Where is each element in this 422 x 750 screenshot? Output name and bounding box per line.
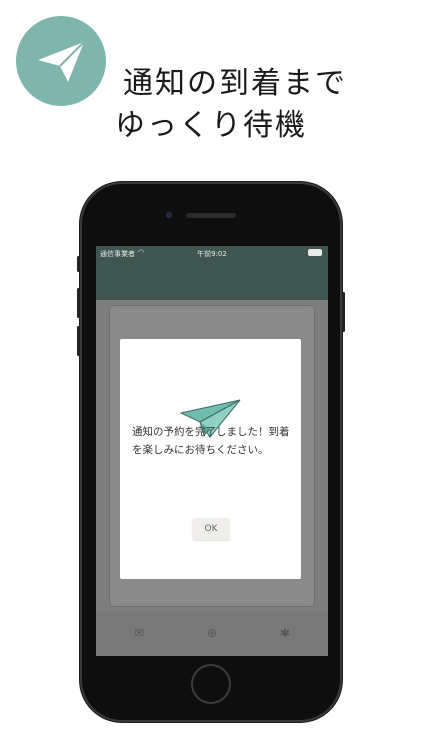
status-bar: 通信事業者 ◠ 午前9:02 xyxy=(96,246,328,260)
headline-line-2: ゆっくり待機 xyxy=(115,108,307,143)
add-icon[interactable]: ⊕ xyxy=(205,626,219,640)
battery-icon xyxy=(308,249,322,256)
navigation-bar xyxy=(96,260,328,300)
status-time: 午前9:02 xyxy=(197,250,227,258)
front-camera xyxy=(166,212,172,218)
home-button[interactable] xyxy=(191,664,231,704)
ok-button[interactable]: OK xyxy=(192,518,230,540)
earpiece-speaker xyxy=(186,213,236,218)
mute-switch xyxy=(77,256,80,272)
volume-up-button xyxy=(77,288,80,318)
confirmation-dialog: 通知の予約を完了しました！到着を楽しみにお待ちください。 OK xyxy=(120,339,301,579)
volume-down-button xyxy=(77,326,80,356)
dialog-message: 通知の予約を完了しました！到着を楽しみにお待ちください。 xyxy=(132,426,290,456)
settings-icon[interactable]: ✱ xyxy=(278,626,292,640)
tab-bar: ✉ ⊕ ✱ xyxy=(96,612,328,656)
headline-line-1: 通知の到着まで xyxy=(123,66,347,101)
mail-icon[interactable]: ✉ xyxy=(132,626,146,640)
power-button xyxy=(342,292,345,332)
